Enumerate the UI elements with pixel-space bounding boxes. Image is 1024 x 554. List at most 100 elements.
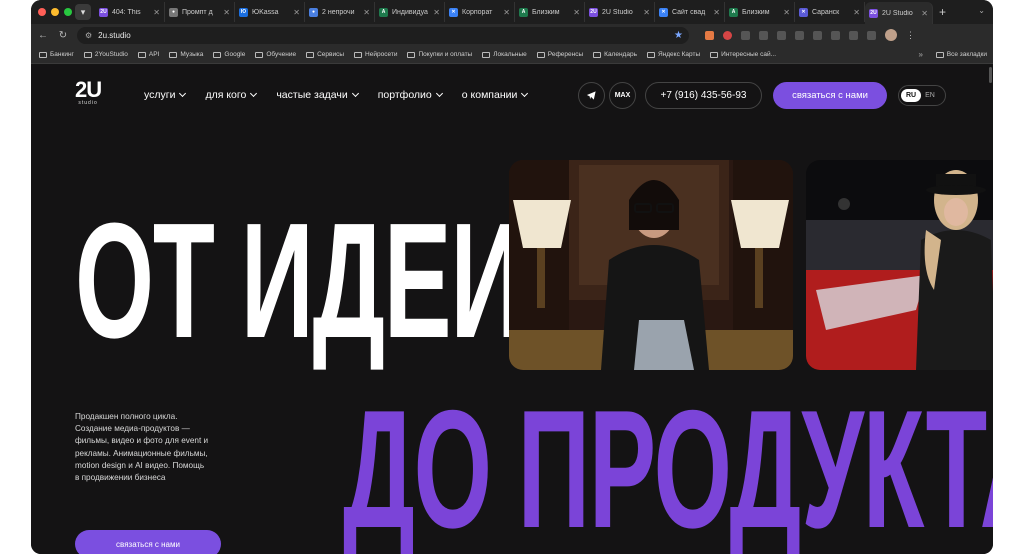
reload-button[interactable]: ↻ <box>57 30 69 41</box>
folder-icon <box>710 51 719 58</box>
bookmark-item[interactable]: Локальные <box>482 51 527 58</box>
grid-icon[interactable] <box>831 30 840 40</box>
browser-tab[interactable]: A Близким ✕ <box>515 2 585 22</box>
extension-icon[interactable] <box>705 30 714 40</box>
download-icon[interactable] <box>759 30 768 40</box>
folder-icon <box>255 51 264 58</box>
tab-list: 2U 404: This ✕ ● Промпт д ✕ Ю ЮKassa ✕ ● 2 непрочи… <box>95 0 933 24</box>
tab-close-icon[interactable]: ✕ <box>573 8 580 17</box>
back-button[interactable]: ← <box>37 30 49 41</box>
bookmark-item[interactable]: Сервисы <box>306 51 344 58</box>
bookmark-item[interactable]: Календарь <box>593 51 637 58</box>
trash-icon[interactable] <box>777 30 786 40</box>
telegram-icon <box>586 91 596 100</box>
folder-icon <box>39 51 47 58</box>
folder-icon <box>137 51 146 58</box>
folder-icon <box>935 51 944 58</box>
nav-item[interactable]: о компании <box>462 89 529 101</box>
folder-icon <box>83 51 92 58</box>
menu-dots-icon[interactable]: ⋮ <box>906 30 915 41</box>
bookmark-label: Google <box>224 51 246 58</box>
lang-ru-option[interactable]: RU <box>901 89 922 102</box>
tab-close-icon[interactable]: ✕ <box>293 8 300 17</box>
tab-title: Близким <box>532 8 560 16</box>
tab-close-icon[interactable]: ✕ <box>153 8 160 17</box>
nav-item[interactable]: для кого <box>205 89 258 101</box>
tab-title: 404: This <box>112 8 141 16</box>
tab-title: Близким <box>742 8 770 16</box>
bookmark-item[interactable]: Банкинг <box>39 51 74 58</box>
bookmark-star-icon[interactable]: ★ <box>674 30 683 41</box>
nav-item[interactable]: услуги <box>144 89 187 101</box>
tab-close-icon[interactable]: ✕ <box>713 8 720 17</box>
browser-tab[interactable]: ● 2 непрочи ✕ <box>305 2 375 22</box>
tab-close-icon[interactable]: ✕ <box>783 8 790 17</box>
browser-tab[interactable]: ✕ Саранск ✕ <box>795 2 865 22</box>
bookmark-item[interactable]: Обучение <box>255 51 296 58</box>
bookmark-item[interactable]: 2YouStudio <box>83 51 128 58</box>
tab-favicon-icon: 2U <box>99 7 108 17</box>
browser-tab[interactable]: ✕ Корпорат ✕ <box>445 2 515 22</box>
browser-tab[interactable]: 2U 2U Studio ✕ <box>865 2 933 24</box>
tab-close-icon[interactable]: ✕ <box>433 8 440 17</box>
tab-overflow-icon[interactable]: ⌄ <box>978 6 985 15</box>
maximize-window-button[interactable] <box>64 8 72 16</box>
bookmark-item[interactable]: Яндекс Карты <box>646 51 700 58</box>
tab-favicon-icon: ✕ <box>799 7 808 17</box>
bookmark-item[interactable]: Покупки и оплаты <box>407 51 472 58</box>
sidebar-icon[interactable] <box>867 30 876 40</box>
extension-icon[interactable] <box>741 30 750 40</box>
tab-close-icon[interactable]: ✕ <box>363 8 370 17</box>
tab-search-button[interactable]: ▾ <box>75 4 91 20</box>
nav-item[interactable]: портфолио <box>378 89 443 101</box>
max-messenger-button[interactable]: MAX <box>609 82 636 109</box>
tab-title: Сайт свад <box>672 8 706 16</box>
telegram-button[interactable] <box>578 82 605 109</box>
bookmark-item[interactable]: Референсы <box>536 51 583 58</box>
browser-tab[interactable]: Ю ЮKassa ✕ <box>235 2 305 22</box>
language-switcher[interactable]: RU EN <box>898 85 946 106</box>
address-bar[interactable]: ⚙ 2u.studio ★ <box>77 26 689 44</box>
all-bookmarks-label: Все закладки <box>946 51 987 58</box>
hero-description: Продакшен полного цикла. Создание медиа-… <box>75 412 209 483</box>
tab-close-icon[interactable]: ✕ <box>921 9 928 18</box>
bookmark-label: Обучение <box>266 51 297 58</box>
profile-avatar[interactable] <box>885 29 897 41</box>
browser-tab[interactable]: 2U 2U Studio ✕ <box>585 2 655 22</box>
tab-close-icon[interactable]: ✕ <box>223 8 230 17</box>
minimize-window-button[interactable] <box>51 8 59 16</box>
translate-icon[interactable] <box>813 30 822 40</box>
scrollbar[interactable] <box>989 67 992 83</box>
tab-title: Промпт д <box>182 8 213 16</box>
browser-tab[interactable]: 2U 404: This ✕ <box>95 2 165 22</box>
bookmark-item[interactable]: Google <box>213 51 245 58</box>
tab-close-icon[interactable]: ✕ <box>503 8 510 17</box>
bookmarks-overflow-button[interactable]: » <box>919 50 923 59</box>
lang-en-option[interactable]: EN <box>925 92 935 99</box>
bookmark-item[interactable]: Нейросети <box>354 51 397 58</box>
phone-button[interactable]: +7 (916) 435-56-93 <box>645 82 762 109</box>
browser-tab[interactable]: ● Промпт д ✕ <box>165 2 235 22</box>
hero-photo-woman-hat <box>806 160 993 370</box>
tab-close-icon[interactable]: ✕ <box>643 8 650 17</box>
site-settings-icon[interactable]: ⚙ <box>85 31 92 40</box>
close-window-button[interactable] <box>38 8 46 16</box>
puzzle-icon[interactable] <box>849 30 858 40</box>
new-tab-button[interactable]: + <box>939 5 946 19</box>
contact-us-button-hero[interactable]: связаться с нами <box>75 530 221 554</box>
extension-icon[interactable] <box>723 30 732 40</box>
browser-tab[interactable]: ✕ Сайт свад ✕ <box>655 2 725 22</box>
tab-close-icon[interactable]: ✕ <box>853 8 860 17</box>
bookmark-item[interactable]: API <box>137 51 159 58</box>
link-icon[interactable] <box>795 30 804 40</box>
browser-tab[interactable]: A Индивидуа ✕ <box>375 2 445 22</box>
nav-item[interactable]: частые задачи <box>276 89 359 101</box>
browser-tab[interactable]: A Близким ✕ <box>725 2 795 22</box>
site-logo[interactable]: 2U studio <box>75 79 102 107</box>
website-viewport: 2U studio услуги для кого частые задачи пор… <box>31 65 993 554</box>
bookmark-item[interactable]: Интересные сай... <box>710 51 776 58</box>
bookmark-item[interactable]: Музыка <box>169 51 203 58</box>
tab-title: 2 непрочи <box>322 8 355 16</box>
all-bookmarks-button[interactable]: Все закладки <box>935 51 987 58</box>
contact-us-button[interactable]: связаться с нами <box>773 82 887 109</box>
